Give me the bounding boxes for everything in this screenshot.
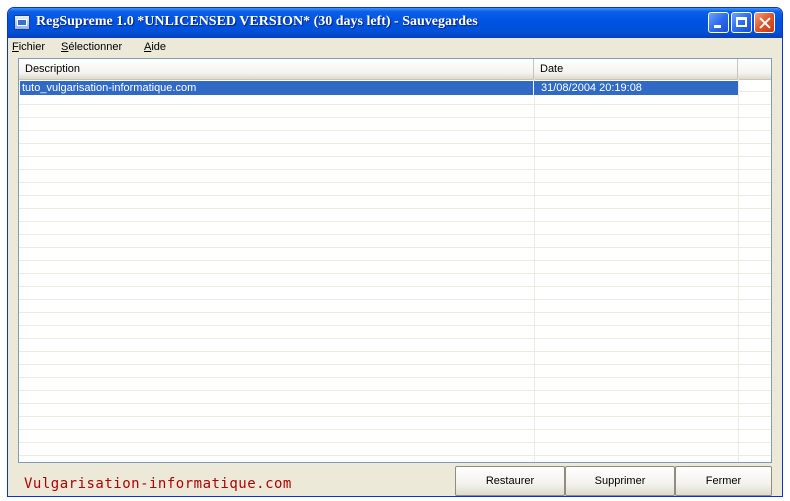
list-header: Description Date [19, 59, 771, 80]
app-window: RegSupreme 1.0 *UNLICENSED VERSION* (30 … [7, 7, 783, 497]
maximize-button[interactable] [731, 12, 752, 33]
row-description: tuto_vulgarisation-informatique.com [20, 81, 533, 95]
close-button[interactable]: Fermer [675, 466, 772, 496]
table-row[interactable]: tuto_vulgarisation-informatique.com 31/0… [20, 81, 739, 95]
close-window-button[interactable] [754, 12, 775, 33]
column-divider [534, 79, 535, 462]
row-date: 31/08/2004 20:19:08 [534, 81, 738, 95]
menu-selectionner[interactable]: Sélectionner [61, 41, 122, 53]
column-divider [738, 79, 739, 462]
menu-bar: Fichier Sélectionner Aide [8, 38, 782, 58]
app-icon[interactable] [14, 15, 30, 30]
delete-button[interactable]: Supprimer [565, 466, 675, 496]
menu-aide[interactable]: Aide [144, 41, 166, 53]
list-grid [19, 79, 771, 462]
brand-text: Vulgarisation-informatique.com [24, 476, 292, 492]
menu-fichier[interactable]: Fichier [12, 41, 45, 53]
column-header-date[interactable]: Date [534, 59, 738, 79]
minimize-button[interactable] [708, 12, 729, 33]
backups-list[interactable]: Description Date tuto_vulgarisation-info… [18, 58, 772, 463]
restore-button[interactable]: Restaurer [455, 466, 565, 496]
window-title: RegSupreme 1.0 *UNLICENSED VERSION* (30 … [36, 14, 478, 29]
column-header-description[interactable]: Description [19, 59, 534, 79]
column-header-filler [738, 59, 771, 79]
title-bar[interactable]: RegSupreme 1.0 *UNLICENSED VERSION* (30 … [8, 8, 782, 38]
